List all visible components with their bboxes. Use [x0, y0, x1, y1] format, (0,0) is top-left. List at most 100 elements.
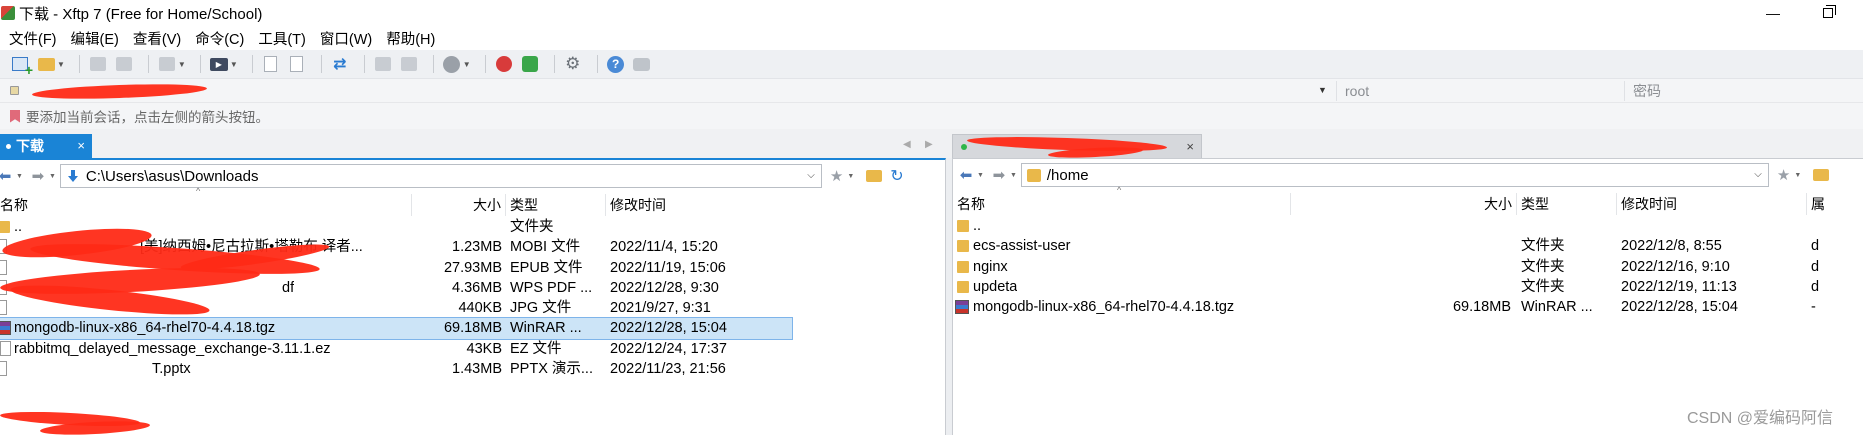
table-row[interactable]: T.pptx 1.43MB PPTX 演示... 2022/11/23, 21:…	[0, 359, 945, 379]
new-window-button[interactable]	[157, 54, 177, 74]
back-icon[interactable]: ⬅	[0, 167, 16, 185]
forward-icon[interactable]: ➡	[988, 166, 1010, 184]
star-icon[interactable]: ★	[830, 167, 843, 185]
copy-button[interactable]	[373, 54, 393, 74]
tab-local-downloads[interactable]: 下载 ×	[0, 134, 92, 158]
back-dropdown-icon[interactable]: ▼	[16, 173, 23, 180]
table-row[interactable]: rabbitmq_delayed_message_exchange-3.11.1…	[0, 339, 945, 359]
column-name[interactable]: 名称	[953, 193, 1291, 215]
stop-icon	[443, 55, 461, 73]
media-button[interactable]: ▶	[209, 54, 229, 74]
back-icon[interactable]: ⬅	[955, 166, 977, 184]
link-button[interactable]	[114, 54, 134, 74]
file-size: 440KB	[458, 300, 502, 317]
open-folder-dropdown-icon[interactable]: ▼	[57, 60, 65, 69]
chevron-down-icon[interactable]: ⌵	[1754, 169, 1762, 180]
forward-dropdown-icon[interactable]: ▼	[1010, 172, 1017, 179]
star-dropdown-icon[interactable]: ▼	[1794, 172, 1801, 179]
xshell-icon	[495, 56, 512, 72]
file-modified: 2022/12/28, 15:04	[610, 320, 727, 337]
menu-view[interactable]: 查看(V)	[133, 28, 181, 49]
tab-next-icon[interactable]: ▶	[925, 139, 933, 150]
chat-button[interactable]	[632, 54, 652, 74]
remote-column-header: ^ 名称 大小 类型 修改时间 属	[953, 185, 1863, 215]
star-dropdown-icon[interactable]: ▼	[847, 173, 854, 180]
bookmark-icon[interactable]	[10, 109, 20, 123]
table-row[interactable]: nginx 文件夹 2022/12/16, 9:10 d	[953, 257, 1863, 277]
close-icon[interactable]: ×	[77, 138, 85, 153]
local-path-bar: ⬅ ▼ ➡ ▼ C:\Users\asus\Downloads ⌵ ★ ▼ ↻	[0, 162, 945, 190]
star-icon[interactable]: ★	[1777, 166, 1790, 184]
file-name: T.pptx	[152, 361, 191, 378]
password-input[interactable]: 密码	[1624, 81, 1863, 101]
paste-button[interactable]	[399, 54, 419, 74]
host-input[interactable]	[6, 81, 1336, 102]
table-row[interactable]: mongodb-linux-x86_64-rhel70-4.4.18.tgz 6…	[953, 297, 1863, 317]
disconnect-button[interactable]	[88, 54, 108, 74]
file-modified: 2022/12/28, 9:30	[610, 279, 719, 296]
file-attributes: d	[1811, 238, 1820, 255]
column-name[interactable]: 名称	[0, 194, 412, 216]
column-size[interactable]: 大小	[1291, 193, 1517, 215]
xshell-button[interactable]	[494, 54, 514, 74]
new-window-dropdown-icon[interactable]: ▼	[178, 60, 186, 69]
column-size[interactable]: 大小	[412, 194, 506, 216]
minimize-button[interactable]: —	[1750, 0, 1796, 26]
file-modified: 2022/12/16, 9:10	[1621, 258, 1730, 275]
column-type[interactable]: 类型	[1517, 193, 1617, 215]
menu-file[interactable]: 文件(F)	[9, 28, 57, 49]
column-attributes[interactable]: 属	[1807, 193, 1863, 215]
menu-tools[interactable]: 工具(T)	[258, 28, 306, 49]
username-input[interactable]: root	[1336, 81, 1624, 101]
menu-window[interactable]: 窗口(W)	[320, 28, 372, 49]
local-file-panel: ⬅ ▼ ➡ ▼ C:\Users\asus\Downloads ⌵ ★ ▼ ↻ …	[0, 158, 946, 437]
options-button[interactable]: ⚙	[563, 54, 583, 74]
open-folder-icon[interactable]	[866, 170, 883, 182]
column-modified[interactable]: 修改时间	[606, 194, 792, 216]
new-session-icon	[12, 57, 33, 78]
file-modified: 2021/9/27, 9:31	[610, 300, 711, 317]
file-attributes: -	[1811, 299, 1816, 316]
stop-button[interactable]	[442, 54, 462, 74]
back-dropdown-icon[interactable]: ▼	[977, 172, 984, 179]
transfer-button[interactable]	[287, 54, 307, 74]
column-type[interactable]: 类型	[506, 194, 606, 216]
local-path-input[interactable]: C:\Users\asus\Downloads ⌵	[59, 164, 822, 188]
tab-strip: 下载 × ◀ ▶ ×	[0, 129, 1863, 160]
forward-icon[interactable]: ➡	[27, 167, 49, 185]
document-button[interactable]	[261, 54, 281, 74]
refresh-icon[interactable]: ↻	[890, 166, 903, 186]
xftp-button[interactable]	[520, 54, 540, 74]
new-session-button[interactable]	[10, 54, 33, 78]
column-modified[interactable]: 修改时间	[1617, 193, 1807, 215]
info-bar: 要添加当前会话，点击左侧的箭头按钮。	[0, 103, 1863, 129]
media-dropdown-icon[interactable]: ▼	[230, 60, 238, 69]
folder-icon	[957, 240, 969, 253]
table-row[interactable]: ecs-assist-user 文件夹 2022/12/8, 8:55 d	[953, 236, 1863, 256]
remote-path-tools: ★ ▼	[1777, 166, 1830, 184]
tab-remote-session[interactable]: ×	[952, 134, 1202, 160]
host-dropdown-icon[interactable]: ▼	[1318, 85, 1327, 95]
remote-path-bar: ⬅ ▼ ➡ ▼ /home ⌵ ★ ▼	[953, 161, 1863, 189]
new-window-icon	[158, 57, 175, 71]
table-row-selected[interactable]: mongodb-linux-x86_64-rhel70-4.4.18.tgz 6…	[0, 317, 793, 340]
close-icon[interactable]: ×	[1186, 139, 1194, 154]
menu-edit[interactable]: 编辑(E)	[71, 28, 119, 49]
lock-icon	[10, 86, 19, 95]
gear-icon: ⚙	[565, 54, 581, 73]
help-button[interactable]: ?	[606, 54, 626, 74]
table-row[interactable]: ..	[953, 216, 1863, 236]
forward-dropdown-icon[interactable]: ▼	[49, 173, 56, 180]
maximize-button[interactable]	[1805, 0, 1851, 26]
stop-dropdown-icon[interactable]: ▼	[463, 60, 471, 69]
sync-button[interactable]: ⇄	[330, 54, 350, 74]
tab-prev-icon[interactable]: ◀	[903, 139, 911, 150]
file-type: 文件夹	[510, 219, 554, 235]
menu-help[interactable]: 帮助(H)	[386, 28, 435, 49]
remote-path-input[interactable]: /home ⌵	[1020, 163, 1769, 187]
open-folder-icon[interactable]	[1813, 169, 1830, 181]
chevron-down-icon[interactable]: ⌵	[807, 170, 815, 181]
menu-command[interactable]: 命令(C)	[195, 28, 244, 49]
table-row[interactable]: updeta 文件夹 2022/12/19, 11:13 d	[953, 277, 1863, 297]
open-folder-button[interactable]	[36, 54, 56, 74]
